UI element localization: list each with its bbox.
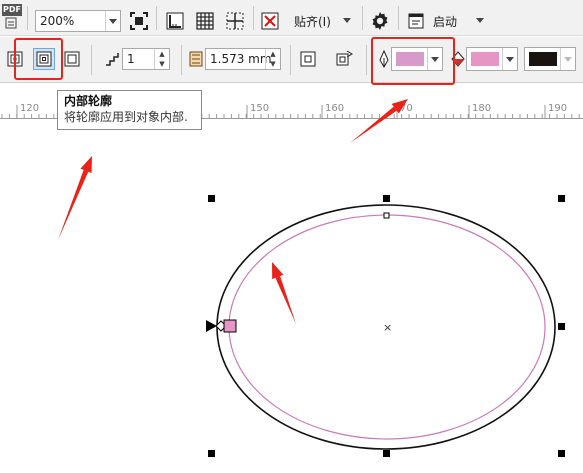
chevron-down-icon[interactable] <box>502 48 517 70</box>
ruler-label: 180 <box>472 103 491 114</box>
chevron-down-icon[interactable] <box>560 48 575 70</box>
separator <box>181 45 182 75</box>
ellipse-node-handle[interactable] <box>383 212 390 219</box>
chevron-down-icon <box>476 18 484 23</box>
options-button[interactable] <box>368 9 392 33</box>
full-screen-preview-button[interactable] <box>127 9 151 33</box>
launch-label: 启动 <box>433 15 458 29</box>
ruler-label: 190 <box>548 103 567 114</box>
contour-steps-input[interactable]: 1 ▲ ▼ <box>122 48 170 70</box>
handle-bottom-left[interactable] <box>208 450 215 457</box>
guidelines-icon <box>226 12 244 30</box>
fill-color-swatch <box>471 52 499 66</box>
contour-property-bar: 1 ▲ ▼ 1.573 mm ▲ ▼ <box>0 37 583 83</box>
separator <box>290 45 291 75</box>
pdf-publish-button[interactable]: PDF <box>2 4 22 30</box>
pdf-doc-icon <box>5 17 17 29</box>
grid-icon <box>196 12 214 30</box>
zoom-level-select[interactable]: 200% <box>35 10 121 32</box>
contour-end-square-handle[interactable] <box>223 319 237 333</box>
gear-icon <box>372 12 388 30</box>
color-direction-icon <box>336 50 353 66</box>
center-marker: × <box>383 321 392 334</box>
outside-contour-icon <box>64 51 80 67</box>
separator <box>91 45 92 75</box>
separator <box>156 6 157 30</box>
show-grid-button[interactable] <box>193 9 217 33</box>
spinner-arrows[interactable]: ▲ ▼ <box>265 49 280 69</box>
app-launcher-icon <box>408 13 424 29</box>
contour-color-direction-button[interactable] <box>334 48 356 70</box>
app-window: PDF 200% 贴齐(I) 启动 1 ▲ ▼ 1.573 mm ▲ ▼ 120… <box>0 0 583 473</box>
handle-top-left[interactable] <box>208 195 215 202</box>
handle-middle-right[interactable] <box>558 323 565 330</box>
corners-icon <box>300 51 316 67</box>
highlight-color-pickers <box>371 37 455 85</box>
snap-off-button[interactable] <box>258 9 282 33</box>
show-guidelines-button[interactable] <box>223 9 247 33</box>
standard-toolbar: PDF 200% 贴齐(I) 启动 <box>0 0 583 36</box>
tooltip-title: 内部轮廓 <box>64 94 113 108</box>
tooltip: 内部轮廓 将轮廓应用到对象内部. <box>57 90 202 130</box>
separator <box>253 6 254 30</box>
tooltip-description: 将轮廓应用到对象内部. <box>64 110 188 124</box>
show-rulers-button[interactable] <box>163 9 187 33</box>
contour-end-color-swatch <box>529 52 557 66</box>
contour-corners-button[interactable] <box>298 49 318 69</box>
contour-offset-icon <box>189 51 203 67</box>
snap-to-label: 贴齐(I) <box>294 15 331 29</box>
drawing-canvas[interactable]: × <box>0 119 583 473</box>
contour-steps-value: 1 <box>127 52 135 66</box>
ruler-label: 160 <box>325 103 344 114</box>
snap-to-dropdown[interactable]: 贴齐(I) <box>290 10 356 32</box>
separator <box>366 45 367 75</box>
handle-top-right[interactable] <box>558 195 565 202</box>
separator <box>398 6 399 30</box>
launch-dropdown[interactable]: 启动 <box>406 9 490 33</box>
chevron-down-icon[interactable] <box>105 11 120 31</box>
handle-top-center[interactable] <box>383 195 390 202</box>
highlight-inside-contour <box>14 38 63 80</box>
ruler-label: 70 <box>400 103 413 114</box>
ruler-icon <box>166 12 184 30</box>
ruler-label: 120 <box>20 103 39 114</box>
pdf-label: PDF <box>2 4 22 16</box>
fit-page-icon <box>130 12 148 30</box>
chevron-down-icon <box>343 18 351 23</box>
ruler-label: 150 <box>250 103 269 114</box>
contour-offset-value: 1.573 mm <box>210 52 272 66</box>
snap-off-icon <box>261 12 279 30</box>
handle-bottom-right[interactable] <box>558 450 565 457</box>
handle-bottom-center[interactable] <box>383 450 390 457</box>
separator <box>27 6 28 30</box>
outside-contour-button[interactable] <box>62 49 82 69</box>
separator <box>362 6 363 30</box>
spinner-arrows[interactable]: ▲ ▼ <box>154 49 169 69</box>
contour-offset-input[interactable]: 1.573 mm ▲ ▼ <box>205 48 281 70</box>
contour-end-color-picker[interactable] <box>524 47 576 71</box>
zoom-level-value: 200% <box>40 14 75 28</box>
contour-steps-icon <box>106 53 119 66</box>
fill-color-picker[interactable] <box>466 47 518 71</box>
